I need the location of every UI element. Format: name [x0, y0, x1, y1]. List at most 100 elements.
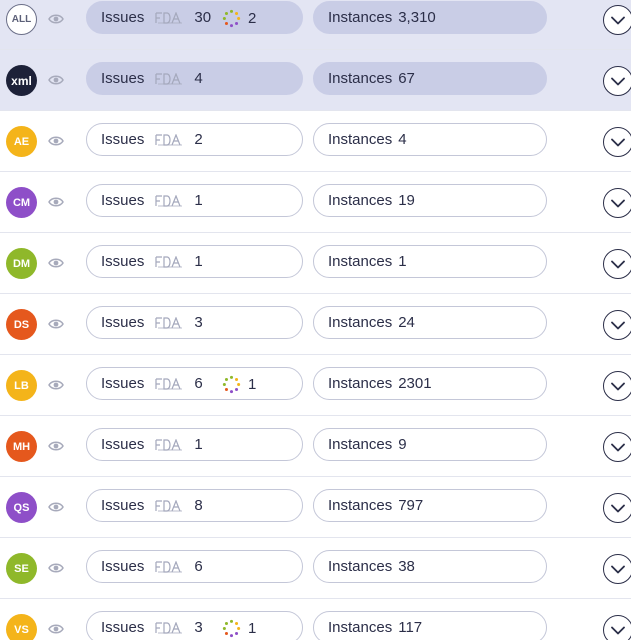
instances-pill[interactable]: Instances 4 [313, 123, 547, 156]
chevron-down-icon [611, 443, 625, 451]
chevron-down-icon [611, 138, 625, 146]
issues-label: Issues [101, 314, 145, 331]
chevron-down-icon [611, 16, 625, 24]
issues-pill[interactable]: Issues 8 [86, 489, 303, 522]
fda-logo-icon [155, 316, 183, 329]
instances-count: 2301 [398, 375, 432, 392]
eye-icon[interactable] [48, 257, 64, 269]
instances-label: Instances [328, 131, 393, 148]
instances-pill[interactable]: Instances 797 [313, 489, 547, 522]
eye-icon[interactable] [48, 562, 64, 574]
issues-pill[interactable]: Issues 3 [86, 306, 303, 339]
instances-pill[interactable]: Instances 1 [313, 245, 547, 278]
domain-list: ALL Issues 30 2 Instances 3,310 xml Issu… [0, 0, 631, 640]
domain-badge: MH [6, 431, 37, 462]
chevron-down-icon [611, 626, 625, 634]
chevron-down-icon [611, 77, 625, 85]
in-progress-count: 1 [248, 376, 257, 393]
expand-button[interactable] [603, 188, 631, 218]
domain-row[interactable]: DS Issues 3 Instances 24 [0, 294, 631, 355]
instances-pill[interactable]: Instances 3,310 [313, 1, 547, 34]
eye-icon[interactable] [48, 379, 64, 391]
instances-label: Instances [328, 619, 393, 636]
fda-logo-icon [155, 438, 183, 451]
instances-pill[interactable]: Instances 9 [313, 428, 547, 461]
issues-label: Issues [101, 619, 145, 636]
instances-pill[interactable]: Instances 117 [313, 611, 547, 640]
eye-icon[interactable] [48, 318, 64, 330]
eye-icon[interactable] [48, 74, 64, 86]
domain-code: AE [13, 135, 30, 148]
eye-icon[interactable] [48, 501, 64, 513]
issues-pill[interactable]: Issues 1 [86, 184, 303, 217]
expand-button[interactable] [603, 66, 631, 96]
issues-label: Issues [101, 70, 145, 87]
issues-label: Issues [101, 375, 145, 392]
expand-button[interactable] [603, 249, 631, 279]
domain-badge: DM [6, 248, 37, 279]
domain-row[interactable]: SE Issues 6 Instances 38 [0, 538, 631, 599]
issues-count: 1 [194, 436, 203, 453]
eye-icon[interactable] [48, 440, 64, 452]
instances-count: 24 [398, 314, 415, 331]
eye-icon[interactable] [48, 623, 64, 635]
issues-pill[interactable]: Issues 6 [86, 550, 303, 583]
issues-count: 30 [194, 9, 212, 26]
issues-count: 1 [194, 192, 203, 209]
issues-pill[interactable]: Issues 1 [86, 428, 303, 461]
chevron-down-icon [611, 565, 625, 573]
issues-pill[interactable]: Issues 2 [86, 123, 303, 156]
fda-logo-icon [155, 133, 183, 146]
domain-row[interactable]: QS Issues 8 Instances 797 [0, 477, 631, 538]
instances-pill[interactable]: Instances 2301 [313, 367, 547, 400]
expand-button[interactable] [603, 554, 631, 584]
instances-label: Instances [328, 314, 393, 331]
issues-pill[interactable]: Issues 4 [86, 62, 303, 95]
chevron-down-icon [611, 382, 625, 390]
instances-pill[interactable]: Instances 19 [313, 184, 547, 217]
instances-count: 67 [398, 70, 415, 87]
expand-button[interactable] [603, 371, 631, 401]
issues-pill[interactable]: Issues 1 [86, 245, 303, 278]
domain-row[interactable]: VS Issues 3 1 Instances 117 [0, 599, 631, 640]
domain-code: DS [13, 318, 30, 331]
issues-pill[interactable]: Issues 3 1 [86, 611, 303, 640]
instances-label: Instances [328, 9, 393, 26]
domain-row[interactable]: ALL Issues 30 2 Instances 3,310 [0, 0, 631, 50]
instances-label: Instances [328, 192, 393, 209]
domain-row[interactable]: MH Issues 1 Instances 9 [0, 416, 631, 477]
expand-button[interactable] [603, 127, 631, 157]
instances-pill[interactable]: Instances 24 [313, 306, 547, 339]
eye-icon[interactable] [48, 13, 64, 25]
domain-row[interactable]: DM Issues 1 Instances 1 [0, 233, 631, 294]
instances-label: Instances [328, 253, 393, 270]
instances-label: Instances [328, 558, 393, 575]
instances-label: Instances [328, 375, 393, 392]
expand-button[interactable] [603, 493, 631, 523]
domain-row[interactable]: xml Issues 4 Instances 67 [0, 50, 631, 111]
fda-logo-icon [155, 11, 183, 24]
instances-pill[interactable]: Instances 67 [313, 62, 547, 95]
domain-row[interactable]: AE Issues 2 Instances 4 [0, 111, 631, 172]
expand-button[interactable] [603, 5, 631, 35]
domain-row[interactable]: CM Issues 1 Instances 19 [0, 172, 631, 233]
expand-button[interactable] [603, 310, 631, 340]
issues-pill[interactable]: Issues 30 2 [86, 1, 303, 34]
issues-label: Issues [101, 253, 145, 270]
instances-pill[interactable]: Instances 38 [313, 550, 547, 583]
domain-badge: xml [6, 65, 37, 96]
domain-badge: AE [6, 126, 37, 157]
eye-icon[interactable] [48, 196, 64, 208]
issues-pill[interactable]: Issues 6 1 [86, 367, 303, 400]
expand-button[interactable] [603, 615, 631, 640]
issues-count: 6 [194, 558, 203, 575]
instances-label: Instances [328, 436, 393, 453]
expand-button[interactable] [603, 432, 631, 462]
issues-label: Issues [101, 131, 145, 148]
chevron-down-icon [611, 321, 625, 329]
fda-logo-icon [155, 255, 183, 268]
domain-row[interactable]: LB Issues 6 1 Instances 2301 [0, 355, 631, 416]
issues-count: 8 [194, 497, 203, 514]
issues-count: 2 [194, 131, 203, 148]
eye-icon[interactable] [48, 135, 64, 147]
